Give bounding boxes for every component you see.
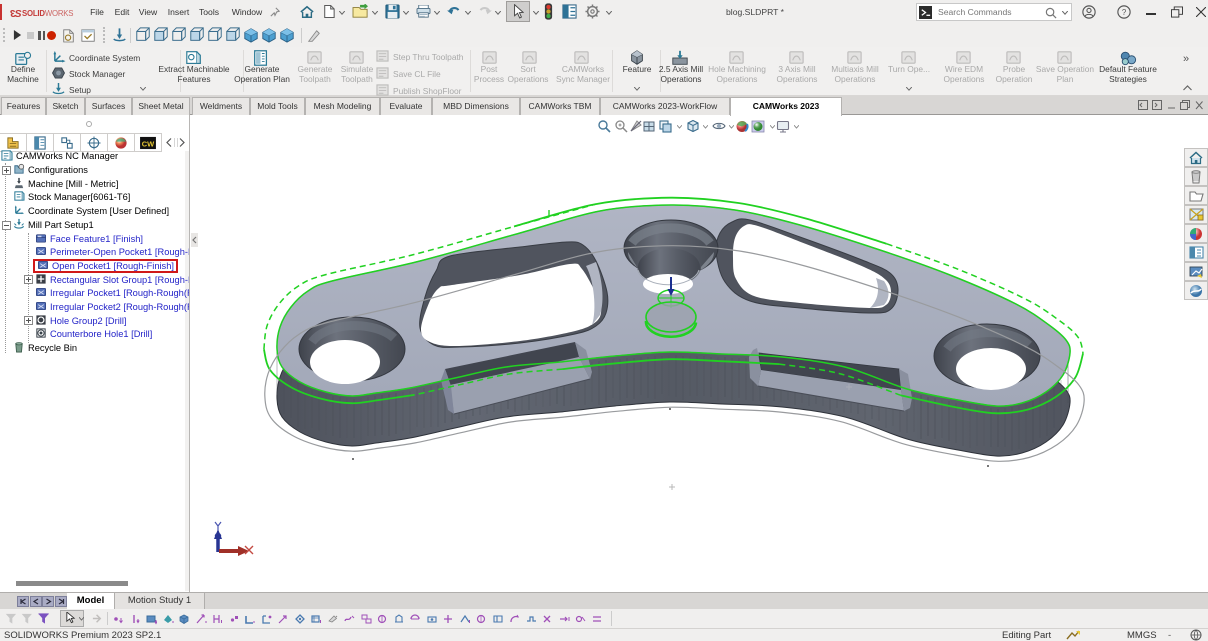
svg-text:CW: CW <box>142 139 155 148</box>
svg-text:S: S <box>15 8 22 19</box>
svg-text:SOLIDWORKS: SOLIDWORKS <box>22 9 73 18</box>
svg-text:?: ? <box>1122 8 1127 17</box>
